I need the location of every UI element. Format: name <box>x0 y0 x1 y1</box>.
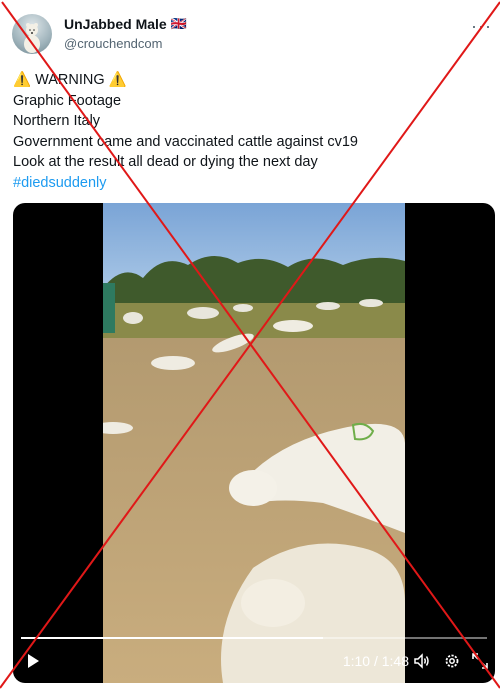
video-controls: 1:10 / 1:48 <box>13 641 495 683</box>
user-handle[interactable]: @crouchendcom <box>64 36 162 51</box>
tweet-line: Northern Italy <box>13 113 101 129</box>
display-name[interactable]: UnJabbed Male <box>64 16 167 32</box>
tweet-line: ⚠️ WARNING ⚠️ <box>13 72 127 88</box>
polar-bear-avatar-icon <box>24 23 40 53</box>
uk-flag-icon: 🇬🇧 <box>170 16 187 31</box>
more-icon[interactable]: ··· <box>471 16 492 37</box>
volume-icon[interactable] <box>413 652 431 670</box>
video-time: 1:10 / 1:48 <box>342 653 409 669</box>
tweet-line: Graphic Footage <box>13 92 122 109</box>
settings-gear-icon[interactable] <box>443 652 461 670</box>
cattle-field-scene <box>103 203 405 683</box>
tweet-text: ⚠️ WARNING ⚠️ Graphic Footage Northern I… <box>13 70 483 193</box>
video-progress-bar[interactable] <box>21 637 487 639</box>
tweet-line: Government came and vaccinated cattle ag… <box>13 133 358 150</box>
play-icon[interactable] <box>25 653 41 669</box>
hashtag-link[interactable]: #diedsuddenly <box>13 173 483 194</box>
tweet-line: Look at the result all dead or dying the… <box>13 154 318 170</box>
video-frame <box>103 203 405 683</box>
video-progress-fill <box>21 637 323 639</box>
video-player[interactable]: 1:10 / 1:48 <box>13 203 495 683</box>
avatar[interactable] <box>12 14 52 54</box>
fullscreen-icon[interactable] <box>471 652 489 670</box>
